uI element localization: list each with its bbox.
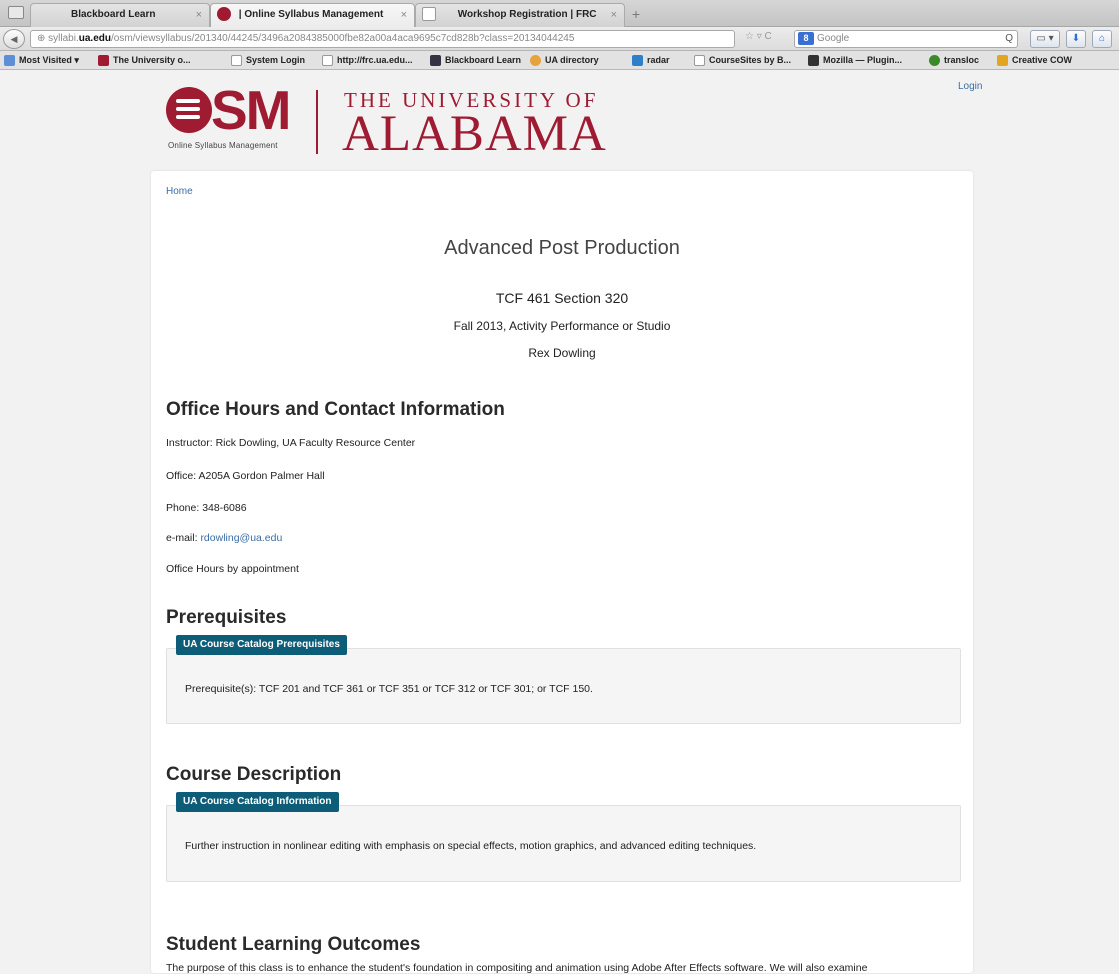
learning-outcomes-text: The purpose of this class is to enhance …: [166, 962, 868, 974]
radar-icon: [632, 55, 643, 67]
search-engine-icon[interactable]: 8: [798, 32, 814, 45]
breadcrumb-home[interactable]: Home: [166, 186, 193, 197]
course-title: Advanced Post Production: [444, 237, 680, 259]
bookmarks-folder-icon: [4, 55, 15, 67]
tab-workshop-registration[interactable]: Workshop Registration | FRC ×: [415, 3, 625, 27]
ua-favicon-icon: [98, 55, 109, 67]
page-content: Login SM Online Syllabus Management THE …: [0, 70, 1119, 974]
page-icon: [322, 55, 333, 67]
course-description-tab-label: UA Course Catalog Information: [176, 792, 339, 812]
osm-favicon-icon: [217, 7, 231, 22]
bookmark-system-login[interactable]: System Login: [231, 51, 305, 69]
mozilla-icon: [808, 55, 819, 67]
course-number: TCF 461 Section 320: [495, 290, 629, 306]
university-name-big: ALABAMA: [342, 106, 607, 162]
bookmark-ua-directory[interactable]: UA directory: [530, 51, 599, 69]
back-button[interactable]: ◀: [3, 29, 25, 49]
url-domain: ua.edu: [78, 33, 111, 44]
creative-cow-icon: [997, 55, 1008, 67]
office-hours-heading: Office Hours and Contact Information: [166, 399, 505, 420]
instructor-line: Instructor: Rick Dowling, UA Faculty Res…: [166, 437, 416, 449]
page-menu-button[interactable]: ▭ ▾: [1030, 30, 1060, 48]
course-description-box: UA Course Catalog Information Further in…: [166, 792, 961, 882]
tab-blackboard-learn[interactable]: Blackboard Learn ×: [30, 3, 210, 27]
osm-logo-icon: [166, 87, 212, 133]
new-tab-button[interactable]: +: [626, 5, 646, 23]
tab-label: Workshop Registration | FRC: [457, 9, 597, 20]
email-label: e-mail:: [166, 532, 201, 544]
site-identity-icon[interactable]: ⊕: [37, 33, 48, 44]
email-line: e-mail: rdowling@ua.edu: [166, 532, 282, 544]
bookmark-transloc[interactable]: transloc: [929, 51, 979, 69]
course-description-text: Further instruction in nonlinear editing…: [185, 840, 757, 852]
page-icon: [694, 55, 705, 67]
prerequisites-text: Prerequisite(s): TCF 201 and TCF 361 or …: [185, 683, 593, 695]
bookmark-university[interactable]: The University o...: [98, 51, 191, 69]
url-actions[interactable]: ☆ ▿ C: [745, 31, 772, 42]
transloc-icon: [929, 55, 940, 67]
search-box[interactable]: 8 Google Q: [794, 30, 1018, 48]
navigation-bar: ◀ ⊕ syllabi.ua.edu/osm/viewsyllabus/2013…: [0, 27, 1119, 51]
bookmarks-toolbar: Most Visited ▾ The University o... Syste…: [0, 51, 1119, 70]
url-path: /osm/viewsyllabus/201340/44245/3496a2084…: [110, 33, 575, 44]
bookmark-mozilla-plugin[interactable]: Mozilla — Plugin...: [808, 51, 902, 69]
search-icon[interactable]: Q: [1005, 31, 1013, 47]
address-bar[interactable]: ⊕ syllabi.ua.edu/osm/viewsyllabus/201340…: [30, 30, 735, 48]
tab-online-syllabus-management[interactable]: | Online Syllabus Management ×: [210, 3, 415, 27]
logo-divider: [316, 90, 318, 154]
logo-text: SM: [211, 79, 291, 141]
course-term: Fall 2013, Activity Performance or Studi…: [453, 319, 671, 333]
browser-tab-bar: Blackboard Learn × | Online Syllabus Man…: [0, 0, 1119, 27]
bookmark-creative-cow[interactable]: Creative COW: [997, 51, 1072, 69]
tab-label: Blackboard Learn: [71, 9, 156, 20]
bookmark-frc[interactable]: http://frc.ua.edu...: [322, 51, 413, 69]
page-favicon-icon: [422, 7, 436, 22]
prerequisites-heading: Prerequisites: [166, 607, 287, 628]
tab-close-icon[interactable]: ×: [196, 4, 202, 26]
directory-icon: [530, 55, 541, 67]
home-icon[interactable]: ⌂: [1092, 30, 1112, 48]
tab-label: | Online Syllabus Management: [238, 9, 384, 20]
blackboard-icon: [430, 55, 441, 67]
page-icon: [231, 55, 242, 67]
downloads-icon[interactable]: ⬇: [1066, 30, 1086, 48]
bookmark-coursesites[interactable]: CourseSites by B...: [694, 51, 791, 69]
url-prefix: syllabi.: [48, 33, 79, 44]
login-link[interactable]: Login: [958, 81, 982, 92]
logo-subtitle: Online Syllabus Management: [168, 141, 278, 150]
syllabus-panel: Home Advanced Post Production TCF 461 Se…: [151, 171, 973, 974]
tab-close-icon[interactable]: ×: [401, 4, 407, 26]
learning-outcomes-heading: Student Learning Outcomes: [166, 934, 421, 955]
office-line: Office: A205A Gordon Palmer Hall: [166, 470, 325, 482]
tab-groups-icon[interactable]: [8, 6, 24, 19]
prerequisites-tab-label: UA Course Catalog Prerequisites: [176, 635, 347, 655]
tab-close-icon[interactable]: ×: [611, 4, 617, 26]
prerequisites-box: UA Course Catalog Prerequisites Prerequi…: [166, 635, 961, 724]
course-description-heading: Course Description: [166, 764, 342, 785]
bookmark-most-visited[interactable]: Most Visited ▾: [4, 51, 79, 69]
bookmark-blackboard[interactable]: Blackboard Learn: [430, 51, 521, 69]
bookmark-radar[interactable]: radar: [632, 51, 670, 69]
office-hours-line: Office Hours by appointment: [166, 563, 299, 575]
phone-line: Phone: 348-6086: [166, 502, 247, 514]
email-link[interactable]: rdowling@ua.edu: [200, 532, 282, 544]
instructor-name: Rex Dowling: [528, 346, 596, 360]
search-placeholder: Google: [817, 33, 850, 44]
